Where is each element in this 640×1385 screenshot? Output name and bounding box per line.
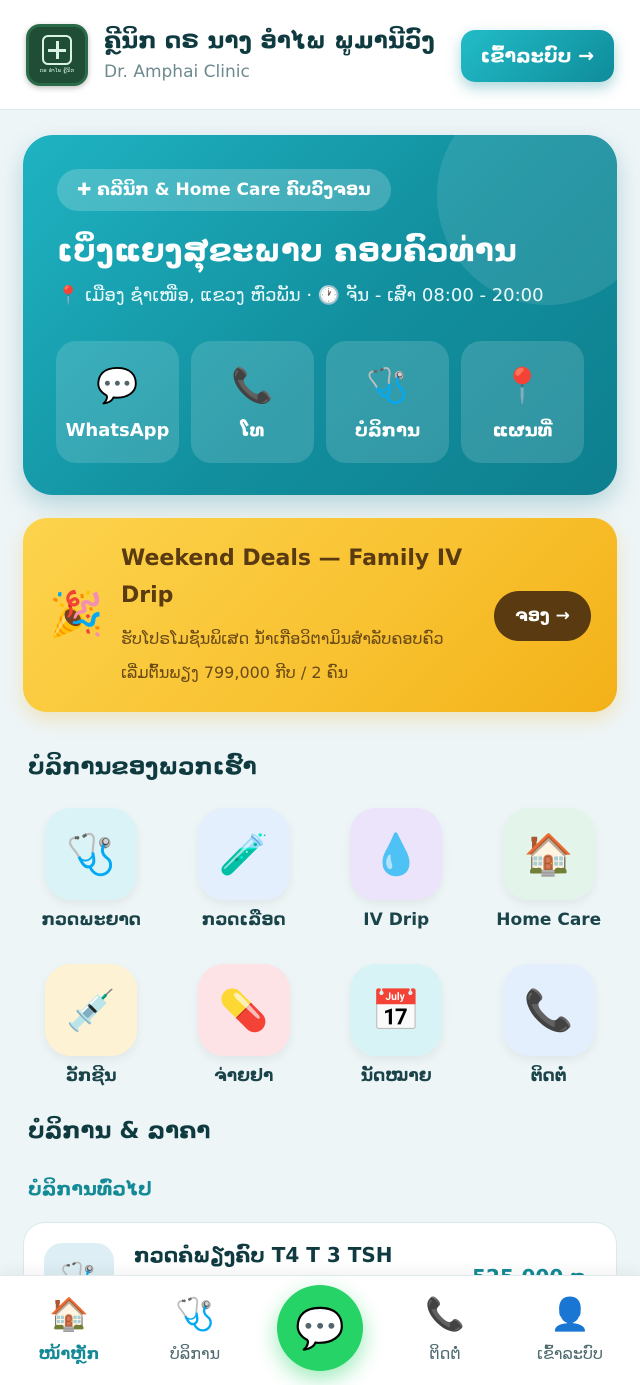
phone-icon: 📞 <box>425 1295 465 1333</box>
promo-banner[interactable]: 🎉 Weekend Deals — Family IV Drip ຮັບໂປຣໂ… <box>23 518 617 712</box>
app-header: ດຣ ອຳໄພ ຄຼີນິກ ຄຼີນິກ ດຣ ນາງ ອຳໄພ ພູມານີ… <box>0 0 640 110</box>
promo-description-line: ຮັບໂປຣໂມຊັນພິເສດ ນ້ຳເກືອວິຕາມິນສຳລັບຄອບຄ… <box>121 629 444 648</box>
logo-text: ດຣ ອຳໄພ ຄຼີນິກ <box>39 68 75 74</box>
clinic-logo: ດຣ ອຳໄພ ຄຼີນິກ <box>26 23 88 86</box>
service-pharmacy[interactable]: 💊 ຈ່າຍຢາ <box>168 964 321 1086</box>
service-home-care[interactable]: 🏠 Home Care <box>473 808 626 930</box>
action-label: ໂທ <box>240 419 265 441</box>
action-label: ແຜນທີ່ <box>492 419 553 441</box>
hero-title: ເບິ່ງແຍງສຸຂະພາບ ຄອບຄົວທ່ານ <box>57 233 518 269</box>
clinic-name: ຄຼີນິກ ດຣ ນາງ ອຳໄພ ພູມານີວົງ <box>104 27 435 54</box>
action-label: ບໍລິການ <box>354 419 421 441</box>
service-label: IV Drip <box>363 910 430 930</box>
whatsapp-action-button[interactable]: 💬 WhatsApp <box>56 341 179 463</box>
service-blood-test[interactable]: 🧪 ກວດເລືອດ <box>168 808 321 930</box>
nav-contact[interactable]: 📞 ຕິດຕໍ່ <box>390 1294 500 1363</box>
house-icon: 🏠 <box>49 1295 89 1333</box>
clinic-subtitle: Dr. Amphai Clinic <box>104 61 250 82</box>
service-appointment[interactable]: 📅 ນັດໝາຍ <box>320 964 473 1086</box>
service-vaccine[interactable]: 💉 ວັກຊີນ <box>15 964 168 1086</box>
pricing-category-title: ບໍລິການທົ່ວໄປ <box>28 1178 152 1200</box>
party-popper-icon: 🎉 <box>49 589 104 640</box>
speech-bubble-icon: 💬 <box>295 1305 345 1352</box>
nav-label: ເຂົ້າລະບົບ <box>536 1344 604 1363</box>
pricing-section-title: ບໍລິການ & ລາຄາ <box>28 1118 211 1144</box>
droplet-icon: 💧 <box>350 808 443 900</box>
syringe-icon: 💉 <box>45 964 138 1056</box>
calendar-icon: 📅 <box>350 964 443 1056</box>
decorative-circle <box>437 135 617 305</box>
login-button[interactable]: ເຂົ້າລະບົບ → <box>460 30 614 82</box>
nav-services[interactable]: 🩺 ບໍລິການ <box>140 1294 250 1363</box>
action-label: WhatsApp <box>65 419 170 441</box>
house-icon: 🏠 <box>502 808 595 900</box>
nav-login[interactable]: 👤 ເຂົ້າລະບົບ <box>515 1294 625 1363</box>
map-action-button[interactable]: 📍 ແຜນທີ່ <box>461 341 584 463</box>
hero-badge: ✚ ຄລີນິກ & Home Care ຄົບວົງຈອນ <box>57 169 391 211</box>
brand-block: ຄຼີນິກ ດຣ ນາງ ອຳໄພ ພູມານີວົງ Dr. Amphai … <box>104 28 435 82</box>
stethoscope-icon: 🩺 <box>45 808 138 900</box>
service-label: ນັດໝາຍ <box>360 1066 432 1086</box>
hero-location-hours: 📍 ເມືອງ ຊຳເໜືອ, ແຂວງ ຫົວພັນ · 🕐 ຈັນ - ເສ… <box>57 285 544 306</box>
service-label: ກວດພະຍາດ <box>41 910 141 930</box>
services-grid: 🩺 ກວດພະຍາດ 🧪 ກວດເລືອດ 💧 IV Drip 🏠 Home C… <box>15 808 625 1086</box>
services-section-title: ບໍລິການຂອງພວກເຮົາ <box>28 754 257 780</box>
promo-price-line: ເລີ່ມຕົ້ນພຽງ 799,000 ກີບ / 2 ຄົນ <box>121 663 349 682</box>
service-label: Home Care <box>496 910 602 930</box>
service-label: ຕິດຕໍ່ <box>530 1066 567 1086</box>
service-label: ວັກຊີນ <box>65 1066 117 1086</box>
stethoscope-icon: 🩺 <box>366 365 409 406</box>
nav-home[interactable]: 🏠 ໜ້າຫຼັກ <box>14 1294 124 1363</box>
map-pin-icon: 📍 <box>501 365 544 406</box>
call-action-button[interactable]: 📞 ໂທ <box>191 341 314 463</box>
stethoscope-icon: 🩺 <box>175 1295 215 1333</box>
price-item-name: ກວດຄໍພຽງຄົບ T4 T 3 TSH <box>134 1243 393 1267</box>
promo-title: Weekend Deals — Family IV Drip <box>121 546 463 608</box>
book-button[interactable]: ຈອງ → <box>494 591 591 641</box>
service-checkup[interactable]: 🩺 ກວດພະຍາດ <box>15 808 168 930</box>
phone-icon: 📞 <box>502 964 595 1056</box>
services-action-button[interactable]: 🩺 ບໍລິການ <box>326 341 449 463</box>
nav-label: ໜ້າຫຼັກ <box>38 1344 100 1363</box>
nav-label: ຕິດຕໍ່ <box>429 1344 461 1363</box>
user-icon: 👤 <box>550 1295 590 1333</box>
medical-cross-icon <box>42 35 72 65</box>
service-iv-drip[interactable]: 💧 IV Drip <box>320 808 473 930</box>
promo-description: ຮັບໂປຣໂມຊັນພິເສດ ນ້ຳເກືອວິຕາມິນສຳລັບຄອບຄ… <box>121 622 491 690</box>
nav-label: ບໍລິການ <box>169 1344 221 1363</box>
chat-fab-button[interactable]: 💬 <box>277 1285 363 1371</box>
speech-bubble-icon: 💬 <box>96 365 139 406</box>
service-contact[interactable]: 📞 ຕິດຕໍ່ <box>473 964 626 1086</box>
hero-card: ✚ ຄລີນິກ & Home Care ຄົບວົງຈອນ ເບິ່ງແຍງສ… <box>23 135 617 495</box>
service-label: ກວດເລືອດ <box>201 910 286 930</box>
phone-icon: 📞 <box>231 365 274 406</box>
hero-quick-actions: 💬 WhatsApp 📞 ໂທ 🩺 ບໍລິການ 📍 ແຜນທີ່ <box>56 341 584 463</box>
test-tube-icon: 🧪 <box>197 808 290 900</box>
pill-icon: 💊 <box>197 964 290 1056</box>
service-label: ຈ່າຍຢາ <box>214 1066 274 1086</box>
